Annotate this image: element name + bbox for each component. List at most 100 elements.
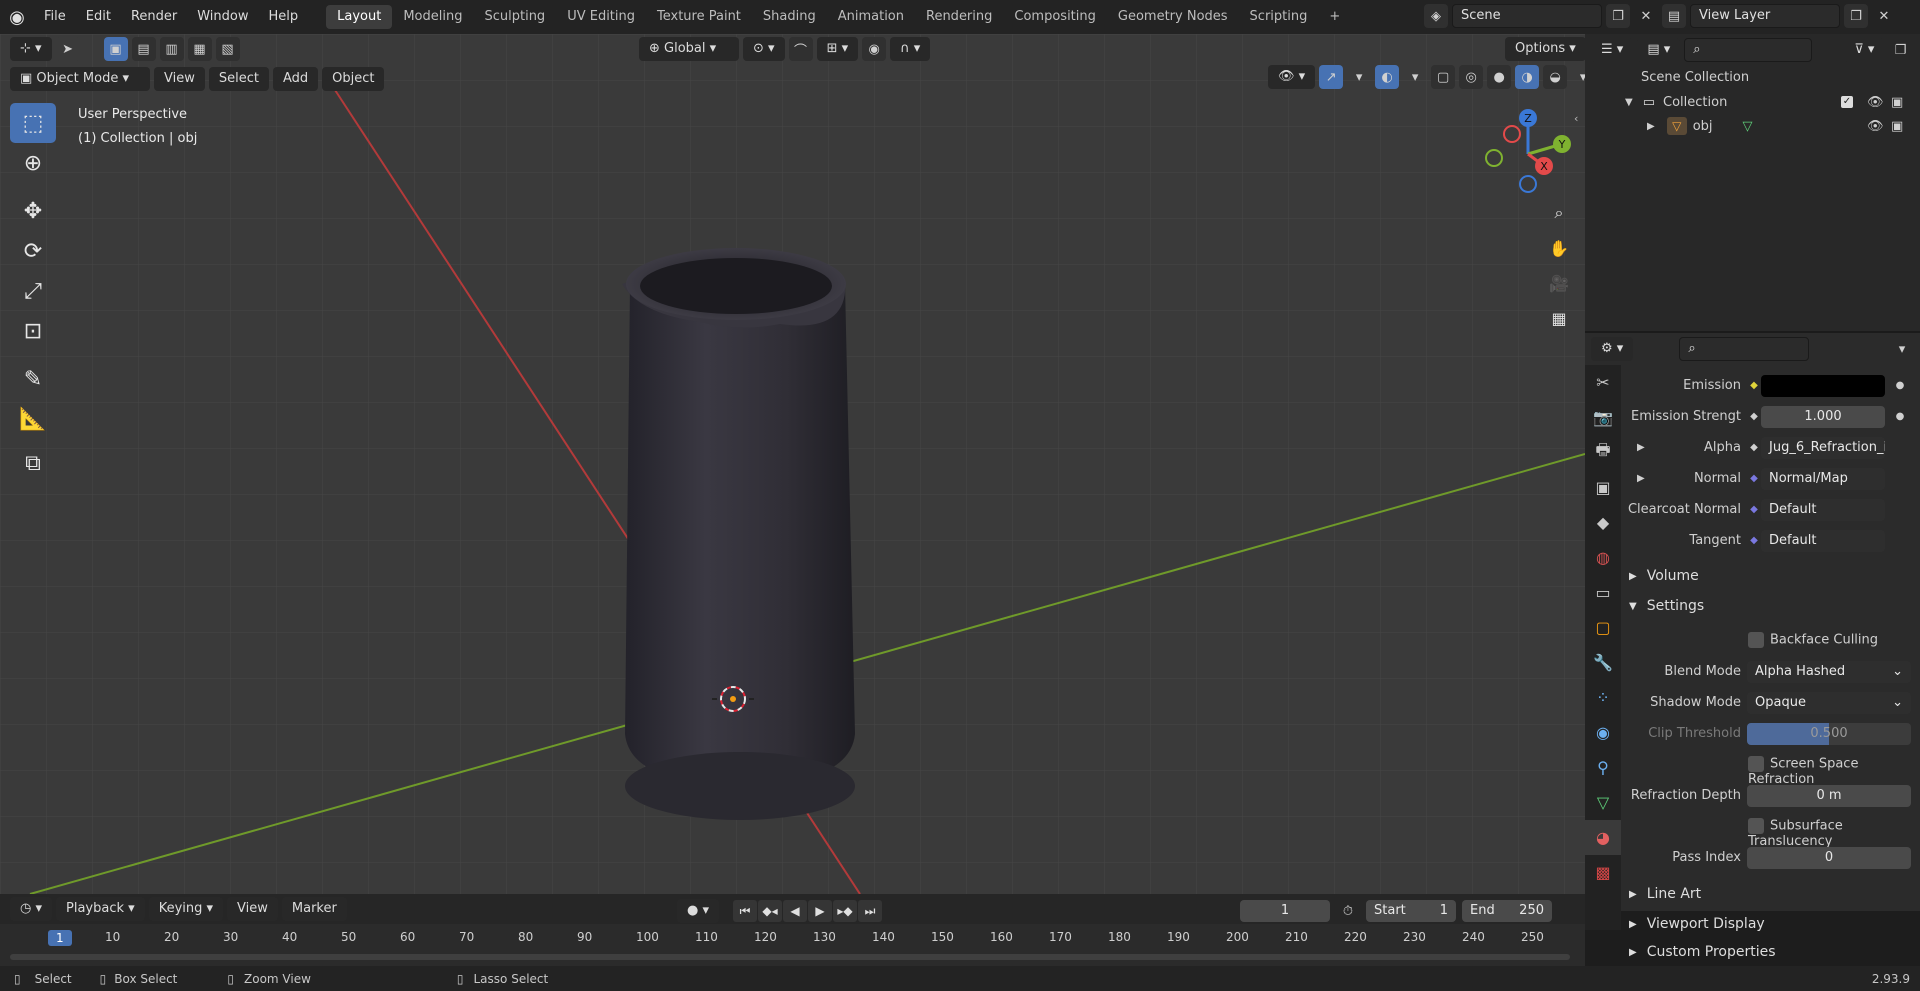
snap-target-dropdown[interactable]: ⊞ ▾ — [816, 37, 859, 61]
menu-marker[interactable]: Marker — [281, 897, 347, 921]
visibility-dropdown[interactable]: 👁 ▾ — [1268, 65, 1316, 89]
socket-vector-icon[interactable]: ◆ — [1747, 504, 1761, 515]
transform-tool-icon[interactable]: ⊡ — [10, 311, 56, 351]
measure-tool-icon[interactable]: 📐 — [10, 399, 56, 439]
outliner-display-mode-button[interactable]: ▤ ▾ — [1637, 38, 1681, 62]
rotate-tool-icon[interactable]: ⟳ — [10, 231, 56, 271]
socket-vector-icon[interactable]: ◆ — [1747, 473, 1761, 484]
checkbox-icon[interactable]: ✓ — [1841, 96, 1853, 108]
tab-compositing[interactable]: Compositing — [1003, 5, 1107, 29]
material-preview-shading-icon[interactable]: ◑ — [1515, 65, 1540, 89]
clip-threshold-slider[interactable]: 0.500 — [1747, 722, 1911, 745]
menu-playback[interactable]: Playback ▾ — [56, 897, 145, 921]
view-layer-field[interactable]: View Layer — [1690, 4, 1840, 28]
gizmo-toggle-icon[interactable]: ↗ — [1319, 65, 1344, 89]
close-scene-icon[interactable]: ✕ — [1634, 4, 1658, 28]
eye-icon[interactable]: 👁 — [1867, 95, 1884, 110]
properties-editor-type-button[interactable]: ⚙ ▾ — [1591, 337, 1634, 361]
tab-texture-paint[interactable]: Texture Paint — [646, 5, 752, 29]
texture-tab-icon[interactable]: ▩ — [1585, 855, 1621, 890]
select-box-tool-icon[interactable]: ⬚ — [10, 103, 56, 143]
normal-link-field[interactable]: Normal/Map — [1761, 467, 1885, 490]
auto-keying-button[interactable]: ● ▾ — [677, 899, 719, 923]
tab-scripting[interactable]: Scripting — [1239, 5, 1319, 29]
menu-window[interactable]: Window — [187, 0, 258, 34]
collection-tab-icon[interactable]: ▭ — [1585, 575, 1621, 610]
select-tool-icon[interactable]: ➤ — [55, 37, 80, 61]
snap-icon[interactable]: ⌒ — [788, 37, 813, 61]
wireframe-shading-icon[interactable]: ◎ — [1459, 65, 1484, 89]
tool-tab-icon[interactable]: ✂ — [1585, 365, 1621, 400]
keyframe-dot-icon[interactable]: ● — [1893, 411, 1907, 422]
jump-keyframe-back-icon[interactable]: ◆◂ — [758, 900, 782, 922]
outliner-row-obj[interactable]: ▶ ▽ obj ▽ 👁 ▣ — [1585, 114, 1920, 138]
socket-vector-icon[interactable]: ◆ — [1747, 535, 1761, 546]
blend-mode-dropdown[interactable]: Alpha Hashed ⌄ — [1747, 660, 1911, 683]
shadow-mode-dropdown[interactable]: Opaque ⌄ — [1747, 691, 1911, 714]
section-viewport-display[interactable]: ▶ Viewport Display — [1621, 909, 1920, 939]
emission-strength-field[interactable]: 1.000 — [1761, 405, 1885, 428]
outliner-row-collection[interactable]: ▼ ▭ Collection ✓ 👁 ▣ — [1585, 90, 1920, 114]
checkbox-icon[interactable] — [1748, 818, 1764, 834]
clearcoat-normal-field[interactable]: Default — [1761, 498, 1885, 521]
rendered-shading-icon[interactable]: ◒ — [1543, 65, 1568, 89]
timeline-editor-type-button[interactable]: ◷ ▾ — [10, 897, 53, 921]
tab-sculpting[interactable]: Sculpting — [473, 5, 556, 29]
stopwatch-icon[interactable]: ⏱ — [1336, 899, 1360, 923]
checkbox-icon[interactable] — [1748, 632, 1764, 648]
expand-normal-icon[interactable]: ▶ — [1637, 473, 1645, 484]
emission-color-swatch[interactable] — [1761, 374, 1885, 397]
current-frame-field[interactable]: 1 — [1240, 900, 1330, 922]
menu-add[interactable]: Add — [272, 67, 319, 91]
tab-geometry-nodes[interactable]: Geometry Nodes — [1107, 5, 1239, 29]
outliner-search-input[interactable]: ⌕ — [1684, 38, 1813, 62]
outliner-editor-type-button[interactable]: ☰ ▾ — [1591, 38, 1634, 62]
camera-view-icon[interactable]: 🎥 — [1544, 268, 1574, 298]
select-extend-mode-icon[interactable]: ▤ — [131, 37, 156, 61]
tab-animation[interactable]: Animation — [827, 5, 915, 29]
end-frame-field[interactable]: End 250 — [1462, 900, 1552, 922]
jump-keyframe-forward-icon[interactable]: ▸◆ — [833, 900, 857, 922]
tab-uv-editing[interactable]: UV Editing — [556, 5, 646, 29]
jump-end-icon[interactable]: ⏭ — [858, 900, 882, 922]
overlays-dropdown-icon[interactable]: ▾ — [1403, 65, 1427, 89]
ortho-grid-icon[interactable]: ▦ — [1544, 303, 1574, 333]
jug-object[interactable] — [622, 248, 855, 820]
particles-tab-icon[interactable]: ⁘ — [1585, 680, 1621, 715]
select-invert-mode-icon[interactable]: ▦ — [187, 37, 212, 61]
properties-search-input[interactable]: ⌕ — [1679, 337, 1810, 361]
view-layer-tab-icon[interactable]: ▣ — [1585, 470, 1621, 505]
copy-view-layer-icon[interactable]: ❐ — [1844, 4, 1868, 28]
output-tab-icon[interactable]: 🖶 — [1585, 435, 1621, 470]
cursor-tool-icon[interactable]: ⊕ — [10, 143, 56, 183]
annotate-tool-icon[interactable]: ✎ — [10, 359, 56, 399]
menu-help[interactable]: Help — [259, 0, 309, 34]
render-tab-icon[interactable]: 📷 — [1585, 400, 1621, 435]
expand-collection-icon[interactable]: ▼ — [1625, 97, 1633, 108]
gizmo-neg-x-icon[interactable] — [1503, 125, 1521, 143]
physics-tab-icon[interactable]: ◉ — [1585, 715, 1621, 750]
menu-object[interactable]: Object — [322, 67, 385, 91]
pivot-point-dropdown[interactable]: ⊙ ▾ — [743, 37, 785, 61]
add-cube-tool-icon[interactable]: ⧉ — [10, 443, 56, 483]
editor-type-button[interactable]: ⊹ ▾ — [10, 37, 52, 61]
play-reverse-icon[interactable]: ◀ — [783, 900, 807, 922]
backface-culling-checkbox[interactable]: Backface Culling — [1748, 632, 1878, 648]
3d-viewport[interactable] — [0, 34, 1585, 894]
gizmo-dropdown-icon[interactable]: ▾ — [1347, 65, 1371, 89]
menu-view[interactable]: View — [154, 67, 205, 91]
menu-select[interactable]: Select — [208, 67, 269, 91]
mesh-data-icon[interactable]: ▽ — [1743, 119, 1753, 134]
properties-options-icon[interactable]: ▾ — [1890, 337, 1914, 361]
transform-orientation-dropdown[interactable]: ⊕ Global ▾ — [639, 37, 739, 61]
new-collection-icon[interactable]: ❐ — [1888, 38, 1912, 62]
outliner-filter-button[interactable]: ⊽ ▾ — [1844, 38, 1885, 62]
scene-field[interactable]: Scene — [1452, 4, 1602, 28]
navigation-gizmo[interactable]: Z Y X — [1478, 104, 1578, 204]
socket-value-icon[interactable]: ◆ — [1747, 442, 1761, 453]
xray-toggle-icon[interactable]: ▢ — [1431, 65, 1456, 89]
material-tab-icon[interactable]: ◕ — [1585, 820, 1621, 855]
options-dropdown[interactable]: Options ▾ — [1505, 37, 1586, 61]
section-settings[interactable]: ▼ Settings — [1621, 591, 1920, 621]
add-workspace-button[interactable]: + — [1318, 5, 1351, 29]
